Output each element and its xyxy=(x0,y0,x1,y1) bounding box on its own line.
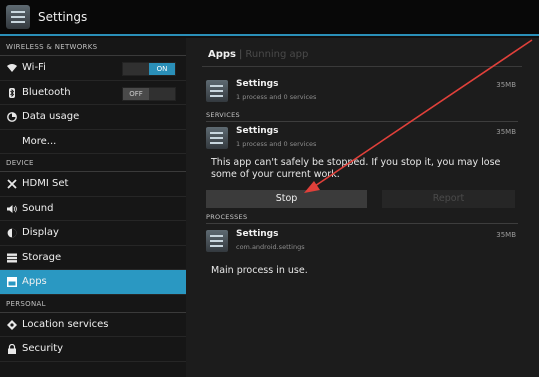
sidebar-item-security[interactable]: Security xyxy=(0,337,186,362)
sidebar-item-label: Storage xyxy=(22,251,62,263)
sidebar-item-storage[interactable]: Storage xyxy=(0,246,186,270)
tab-underline xyxy=(202,66,522,67)
action-bar: Settings xyxy=(0,0,539,36)
sidebar-item-display[interactable]: Display xyxy=(0,221,186,246)
sidebar-item-label: Bluetooth xyxy=(22,86,71,98)
sidebar-item-sound[interactable]: Sound xyxy=(0,197,186,221)
data-usage-icon xyxy=(7,112,17,122)
storage-icon xyxy=(7,253,17,262)
sidebar-item-wifi[interactable]: Wi-Fi ON xyxy=(0,56,186,81)
app-title: Settings xyxy=(38,10,88,24)
section-header-processes: PROCESSES xyxy=(206,213,248,221)
tab-divider: | xyxy=(239,49,243,60)
sidebar-item-data-usage[interactable]: Data usage xyxy=(0,105,186,130)
settings-sidebar: WIRELESS & NETWORKS Wi-Fi ON Bluetooth O… xyxy=(0,38,186,377)
sidebar-item-label: Data usage xyxy=(22,111,80,122)
section-divider xyxy=(206,121,518,122)
tab-apps[interactable]: Apps xyxy=(208,49,236,60)
app-row[interactable]: Settings 1 process and 0 services 35MB xyxy=(206,77,516,107)
sidebar-item-label: Apps xyxy=(22,276,47,287)
section-header-services: SERVICES xyxy=(206,111,240,119)
app-memory-size: 35MB xyxy=(496,81,516,89)
sidebar-item-label: Wi-Fi xyxy=(22,62,46,73)
sidebar-item-bluetooth[interactable]: Bluetooth OFF xyxy=(0,81,186,105)
sidebar-item-label: HDMI Set xyxy=(22,178,69,189)
service-process-summary: 1 process and 0 services xyxy=(236,140,317,148)
settings-app-icon xyxy=(206,80,228,102)
tools-icon xyxy=(7,179,17,189)
wifi-toggle[interactable]: ON xyxy=(122,62,176,76)
sidebar-item-label: Display xyxy=(22,227,59,238)
sidebar-item-location-services[interactable]: Location services xyxy=(0,313,186,337)
section-header-device: DEVICE xyxy=(0,154,186,172)
wifi-toggle-state: ON xyxy=(149,63,175,75)
section-header-wireless: WIRELESS & NETWORKS xyxy=(0,38,186,56)
sidebar-item-label: Location services xyxy=(22,318,109,330)
stop-button[interactable]: Stop xyxy=(206,190,367,208)
process-row[interactable]: Settings com.android.settings 35MB xyxy=(206,227,516,257)
service-memory-size: 35MB xyxy=(496,128,516,136)
main-process-status: Main process in use. xyxy=(211,265,308,276)
process-package-name: com.android.settings xyxy=(236,243,305,251)
speaker-icon xyxy=(7,204,17,213)
sidebar-item-more[interactable]: More... xyxy=(0,130,186,154)
bluetooth-icon xyxy=(9,87,15,98)
app-name: Settings xyxy=(236,79,279,89)
sidebar-item-label: More... xyxy=(22,135,57,147)
display-icon xyxy=(7,228,17,238)
location-icon xyxy=(7,319,17,330)
section-header-personal: PERSONAL xyxy=(0,295,186,313)
process-memory-size: 35MB xyxy=(496,231,516,239)
tab-running-app[interactable]: Running app xyxy=(245,49,308,60)
settings-app-icon[interactable] xyxy=(6,5,30,29)
app-process-summary: 1 process and 0 services xyxy=(236,93,317,101)
settings-app-icon xyxy=(206,127,228,149)
sidebar-item-label: Security xyxy=(22,343,64,354)
section-divider xyxy=(206,223,518,224)
service-row[interactable]: Settings 1 process and 0 services 35MB xyxy=(206,124,516,154)
process-name: Settings xyxy=(236,229,279,239)
settings-app-icon xyxy=(206,230,228,252)
sidebar-item-hdmi-set[interactable]: HDMI Set xyxy=(0,172,186,197)
tab-bar: Apps | Running app xyxy=(208,49,308,60)
lock-icon xyxy=(8,344,16,354)
app-info-panel: Apps | Running app Settings 1 process and … xyxy=(186,38,539,377)
report-button[interactable]: Report xyxy=(382,190,515,208)
service-name: Settings xyxy=(236,126,279,136)
apps-icon xyxy=(7,277,17,287)
wifi-icon xyxy=(7,64,17,72)
sidebar-item-apps[interactable]: Apps xyxy=(0,270,186,295)
stop-warning-text: This app can't safely be stopped. If you… xyxy=(211,157,501,180)
sidebar-item-label: Sound xyxy=(22,202,54,214)
bluetooth-toggle[interactable]: OFF xyxy=(122,86,176,101)
bluetooth-toggle-state: OFF xyxy=(123,87,149,100)
